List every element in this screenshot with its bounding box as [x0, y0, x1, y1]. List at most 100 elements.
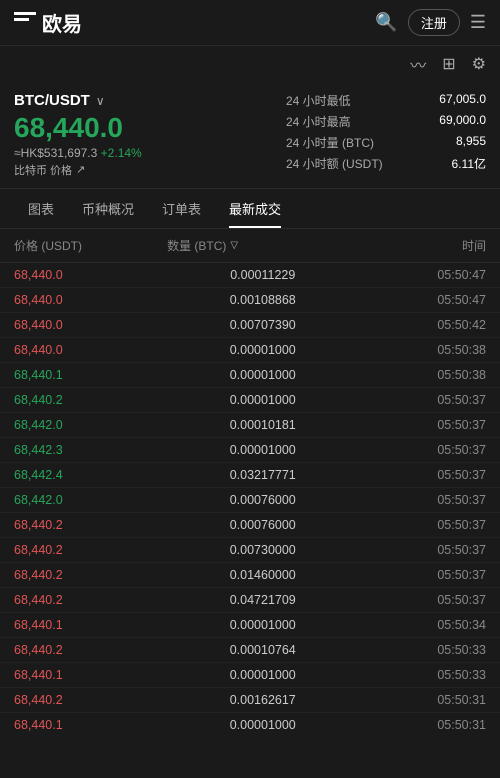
table-row: 68,442.0 0.00010181 05:50:37 [0, 413, 500, 438]
header-right: 🔍 注册 ☰ [375, 9, 486, 36]
table-row: 68,440.2 0.00162617 05:50:31 [0, 688, 500, 713]
cell-time: 05:50:37 [358, 443, 486, 457]
cell-time: 05:50:31 [358, 693, 486, 707]
cell-qty: 0.00001000 [167, 343, 358, 357]
market-section: BTC/USDT ∨ 68,440.0 ≈HK$531,697.3 +2.14%… [0, 82, 500, 189]
cell-price: 68,440.2 [14, 518, 167, 532]
cell-time: 05:50:42 [358, 318, 486, 332]
table-row: 68,440.1 0.00001000 05:50:31 [0, 713, 500, 737]
cell-price: 68,442.4 [14, 468, 167, 482]
cell-qty: 0.00001000 [167, 618, 358, 632]
cell-qty: 0.00001000 [167, 368, 358, 382]
pair-name: BTC/USDT [14, 92, 90, 109]
cell-price: 68,440.2 [14, 643, 167, 657]
cell-time: 05:50:37 [358, 418, 486, 432]
table-row: 68,440.1 0.00001000 05:50:34 [0, 613, 500, 638]
hkd-price: ≈HK$531,697.3 +2.14% [14, 146, 286, 160]
market-stats: 24 小时最低 67,005.0 24 小时最高 69,000.0 24 小时量… [286, 92, 486, 178]
cell-price: 68,440.1 [14, 668, 167, 682]
tab-overview[interactable]: 币种概况 [68, 189, 148, 228]
menu-icon[interactable]: ☰ [470, 12, 486, 33]
cell-qty: 0.01460000 [167, 568, 358, 582]
price-label: 比特币 价格 ↗ [14, 162, 286, 178]
cell-time: 05:50:31 [358, 718, 486, 732]
stat-row-vol-usdt: 24 小时额 (USDT) 6.11亿 [286, 155, 486, 172]
table-row: 68,440.1 0.00001000 05:50:38 [0, 363, 500, 388]
search-icon[interactable]: 🔍 [375, 12, 397, 33]
cell-qty: 0.00108868 [167, 293, 358, 307]
cell-price: 68,440.0 [14, 318, 167, 332]
chart-icon[interactable]: 〰 [410, 52, 426, 76]
table-row: 68,440.0 0.00011229 05:50:47 [0, 263, 500, 288]
cell-time: 05:50:37 [358, 543, 486, 557]
table-row: 68,440.1 0.00001000 05:50:33 [0, 663, 500, 688]
grid-icon[interactable]: ⊞ [442, 54, 455, 74]
tab-chart[interactable]: 图表 [14, 189, 68, 228]
stat-row-low: 24 小时最低 67,005.0 [286, 92, 486, 109]
cell-qty: 0.00730000 [167, 543, 358, 557]
cell-price: 68,440.1 [14, 368, 167, 382]
trade-rows: 68,440.0 0.00011229 05:50:47 68,440.0 0.… [0, 263, 500, 737]
cell-qty: 0.04721709 [167, 593, 358, 607]
tab-trades[interactable]: 最新成交 [215, 189, 295, 228]
cell-qty: 0.00001000 [167, 668, 358, 682]
cell-qty: 0.03217771 [167, 468, 358, 482]
external-link-icon[interactable]: ↗ [76, 163, 85, 176]
pair-dropdown[interactable]: ∨ [96, 94, 105, 108]
cell-time: 05:50:37 [358, 568, 486, 582]
cell-price: 68,440.0 [14, 293, 167, 307]
cell-time: 05:50:38 [358, 368, 486, 382]
table-row: 68,442.0 0.00076000 05:50:37 [0, 488, 500, 513]
settings-icon[interactable]: ⚙ [472, 54, 486, 74]
cell-price: 68,440.0 [14, 268, 167, 282]
stat-row-high: 24 小时最高 69,000.0 [286, 113, 486, 130]
cell-price: 68,440.1 [14, 718, 167, 732]
cell-qty: 0.00707390 [167, 318, 358, 332]
cell-price: 68,442.0 [14, 493, 167, 507]
logo: 欧易 [14, 8, 82, 37]
cell-qty: 0.00076000 [167, 518, 358, 532]
table-row: 68,440.2 0.00730000 05:50:37 [0, 538, 500, 563]
header: 欧易 🔍 注册 ☰ [0, 0, 500, 46]
table-row: 68,440.2 0.04721709 05:50:37 [0, 588, 500, 613]
filter-icon[interactable]: ▽ [230, 240, 238, 251]
cell-price: 68,440.2 [14, 543, 167, 557]
table-header: 价格 (USDT) 数量 (BTC) ▽ 时间 [0, 229, 500, 263]
cell-price: 68,440.2 [14, 693, 167, 707]
cell-price: 68,440.0 [14, 343, 167, 357]
cell-qty: 0.00001000 [167, 393, 358, 407]
cell-qty: 0.00001000 [167, 443, 358, 457]
table-row: 68,440.0 0.00707390 05:50:42 [0, 313, 500, 338]
cell-time: 05:50:37 [358, 593, 486, 607]
cell-time: 05:50:33 [358, 643, 486, 657]
logo-icon [14, 12, 36, 34]
trade-table: 价格 (USDT) 数量 (BTC) ▽ 时间 68,440.0 0.00011… [0, 229, 500, 737]
cell-price: 68,442.3 [14, 443, 167, 457]
tab-orders[interactable]: 订单表 [148, 189, 215, 228]
table-row: 68,440.2 0.00010764 05:50:33 [0, 638, 500, 663]
cell-qty: 0.00162617 [167, 693, 358, 707]
cell-time: 05:50:37 [358, 493, 486, 507]
table-row: 68,440.2 0.00001000 05:50:37 [0, 388, 500, 413]
market-left: BTC/USDT ∨ 68,440.0 ≈HK$531,697.3 +2.14%… [14, 92, 286, 178]
table-row: 68,442.4 0.03217771 05:50:37 [0, 463, 500, 488]
header2: 〰 ⊞ ⚙ [0, 46, 500, 82]
cell-price: 68,440.2 [14, 568, 167, 582]
price-change: +2.14% [101, 146, 142, 160]
col-price-header: 价格 (USDT) [14, 237, 167, 254]
col-time-header: 时间 [358, 237, 486, 254]
cell-time: 05:50:38 [358, 343, 486, 357]
pair-row: BTC/USDT ∨ [14, 92, 286, 109]
current-price: 68,440.0 [14, 113, 286, 144]
cell-qty: 0.00001000 [167, 718, 358, 732]
cell-price: 68,440.1 [14, 618, 167, 632]
cell-qty: 0.00011229 [167, 268, 358, 282]
table-row: 68,440.2 0.01460000 05:50:37 [0, 563, 500, 588]
cell-price: 68,440.2 [14, 393, 167, 407]
register-button[interactable]: 注册 [408, 9, 460, 36]
cell-qty: 0.00076000 [167, 493, 358, 507]
cell-time: 05:50:37 [358, 393, 486, 407]
cell-time: 05:50:37 [358, 518, 486, 532]
cell-time: 05:50:47 [358, 268, 486, 282]
table-row: 68,440.2 0.00076000 05:50:37 [0, 513, 500, 538]
